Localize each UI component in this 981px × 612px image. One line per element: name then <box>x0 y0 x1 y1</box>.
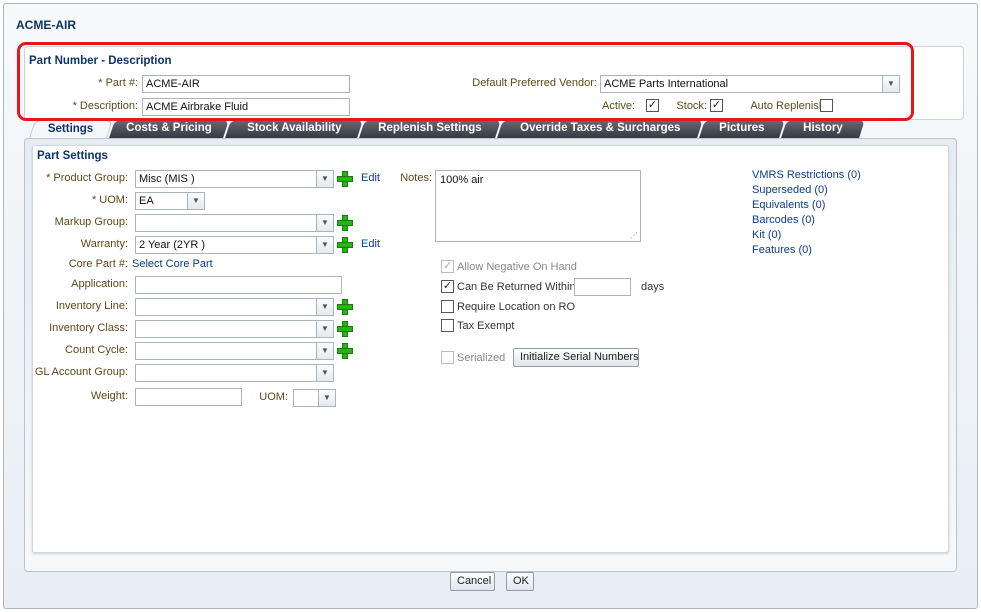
chevron-down-icon[interactable]: ▼ <box>316 237 333 253</box>
chevron-down-icon[interactable]: ▼ <box>316 215 333 231</box>
tab-stock-availability[interactable]: Stock Availability <box>225 120 363 138</box>
chevron-down-icon[interactable]: ▼ <box>316 321 333 337</box>
chevron-down-icon[interactable]: ▼ <box>316 343 333 359</box>
part-dialog: ACME-AIR Part Number - Description * Par… <box>3 3 978 609</box>
inventory-line-select[interactable]: ▼ <box>135 298 334 316</box>
chevron-down-icon[interactable]: ▼ <box>316 171 333 187</box>
description-input[interactable]: ACME Airbrake Fluid <box>142 98 350 116</box>
product-group-select[interactable]: Misc (MIS ) ▼ <box>135 170 334 188</box>
chevron-down-icon[interactable]: ▼ <box>318 390 335 406</box>
markup-group-label: Markup Group: <box>54 216 128 228</box>
application-input[interactable] <box>135 276 342 294</box>
add-icon[interactable] <box>337 299 353 315</box>
tab-replenish-settings[interactable]: Replenish Settings <box>359 120 501 138</box>
description-label: * Description: <box>72 100 138 112</box>
add-icon[interactable] <box>337 171 353 187</box>
add-icon[interactable] <box>337 215 353 231</box>
select-core-part-link[interactable]: Select Core Part <box>132 258 213 270</box>
resize-grip-icon[interactable]: ⋰ <box>630 231 638 240</box>
gl-account-label: GL Account Group: <box>34 366 128 378</box>
cancel-button[interactable]: Cancel <box>450 572 495 591</box>
product-group-label: * Product Group: <box>46 172 128 184</box>
can-be-returned-label: Can Be Returned Within <box>457 281 576 293</box>
vmrs-restrictions-link[interactable]: VMRS Restrictions (0) <box>752 169 861 181</box>
chevron-down-icon[interactable]: ▼ <box>316 365 333 381</box>
superseded-link[interactable]: Superseded (0) <box>752 184 828 196</box>
weight-uom-label: UOM: <box>259 391 288 403</box>
vendor-label: Default Preferred Vendor: <box>472 77 597 89</box>
kit-link[interactable]: Kit (0) <box>752 229 781 241</box>
init-serial-button[interactable]: Initialize Serial Numbers <box>513 348 639 367</box>
ok-button[interactable]: OK <box>506 572 534 591</box>
edit-product-group-link[interactable]: Edit <box>361 172 380 184</box>
allow-negative-checkbox: ✓ <box>441 260 454 273</box>
markup-group-select[interactable]: ▼ <box>135 214 334 232</box>
tax-exempt-label: Tax Exempt <box>457 320 515 332</box>
tab-settings[interactable]: Settings <box>29 120 113 138</box>
header-section-title: Part Number - Description <box>29 55 172 67</box>
chevron-down-icon[interactable]: ▼ <box>882 76 899 92</box>
count-cycle-label: Count Cycle: <box>65 344 128 356</box>
can-be-returned-checkbox[interactable]: ✓ <box>441 280 454 293</box>
uom-value: EA <box>139 195 154 207</box>
uom-select[interactable]: EA ▼ <box>135 192 205 210</box>
inventory-class-select[interactable]: ▼ <box>135 320 334 338</box>
serialized-checkbox <box>441 351 454 364</box>
chevron-down-icon[interactable]: ▼ <box>316 299 333 315</box>
serialized-label: Serialized <box>457 352 506 364</box>
tab-history[interactable]: History <box>781 120 865 138</box>
weight-label: Weight: <box>90 390 128 402</box>
features-link[interactable]: Features (0) <box>752 244 812 256</box>
settings-panel: Part Settings * Product Group: Misc (MIS… <box>24 138 957 572</box>
chevron-down-icon[interactable]: ▼ <box>187 193 204 209</box>
equivalents-link[interactable]: Equivalents (0) <box>752 199 825 211</box>
warranty-label: Warranty: <box>80 238 128 250</box>
add-icon[interactable] <box>337 343 353 359</box>
add-icon[interactable] <box>337 321 353 337</box>
inventory-class-label: Inventory Class: <box>49 322 128 334</box>
part-number-input[interactable]: ACME-AIR <box>142 75 350 93</box>
add-icon[interactable] <box>337 237 353 253</box>
vendor-value: ACME Parts International <box>604 78 729 90</box>
notes-label: Notes: <box>400 172 432 184</box>
auto-replenish-checkbox[interactable] <box>820 99 833 112</box>
weight-uom-select[interactable]: ▼ <box>293 389 336 407</box>
tab-pictures[interactable]: Pictures <box>699 120 785 138</box>
notes-textarea[interactable]: 100% air ⋰ <box>435 170 641 242</box>
notes-value: 100% air <box>440 174 484 186</box>
part-settings-panel: Part Settings * Product Group: Misc (MIS… <box>32 145 949 553</box>
days-label: days <box>641 281 665 293</box>
tax-exempt-checkbox[interactable] <box>441 319 454 332</box>
warranty-select[interactable]: 2 Year (2YR ) ▼ <box>135 236 334 254</box>
auto-replenish-label: Auto Replenish: <box>750 100 828 112</box>
count-cycle-select[interactable]: ▼ <box>135 342 334 360</box>
vendor-select[interactable]: ACME Parts International ▼ <box>600 75 900 93</box>
uom-label: * UOM: <box>91 194 128 206</box>
require-location-label: Require Location on RO <box>457 301 576 313</box>
dialog-title: ACME-AIR <box>16 18 76 32</box>
barcodes-link[interactable]: Barcodes (0) <box>752 214 815 226</box>
stock-checkbox[interactable]: ✓ <box>710 99 723 112</box>
inventory-line-label: Inventory Line: <box>55 300 128 312</box>
application-label: Application: <box>71 278 128 290</box>
active-checkbox[interactable]: ✓ <box>646 99 659 112</box>
part-number-label: * Part #: <box>98 77 138 89</box>
tab-override-taxes[interactable]: Override Taxes & Surcharges <box>497 120 703 138</box>
gl-account-select[interactable]: ▼ <box>135 364 334 382</box>
return-days-input[interactable] <box>574 278 631 296</box>
part-header-panel: Part Number - Description * Part #: ACME… <box>24 46 964 120</box>
allow-negative-label: Allow Negative On Hand <box>457 261 577 273</box>
require-location-checkbox[interactable] <box>441 300 454 313</box>
edit-warranty-link[interactable]: Edit <box>361 238 380 250</box>
tab-costs-pricing[interactable]: Costs & Pricing <box>109 120 229 138</box>
product-group-value: Misc (MIS ) <box>139 173 195 185</box>
warranty-value: 2 Year (2YR ) <box>139 239 206 251</box>
core-part-label: Core Part #: <box>68 258 128 270</box>
weight-input[interactable] <box>135 388 242 406</box>
active-label: Active: <box>601 100 635 112</box>
part-settings-title: Part Settings <box>37 150 108 162</box>
stock-label: Stock: <box>676 100 707 112</box>
